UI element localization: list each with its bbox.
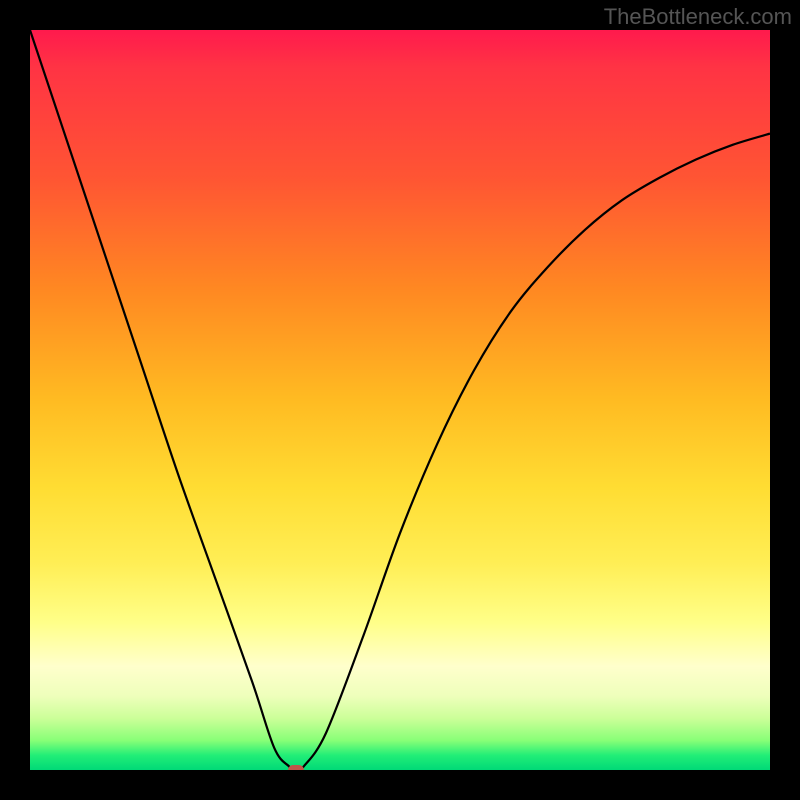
watermark-text: TheBottleneck.com	[604, 4, 792, 30]
optimal-point-marker	[288, 765, 304, 770]
bottleneck-curve-path	[30, 30, 770, 770]
chart-plot-area	[30, 30, 770, 770]
chart-curve-svg	[30, 30, 770, 770]
